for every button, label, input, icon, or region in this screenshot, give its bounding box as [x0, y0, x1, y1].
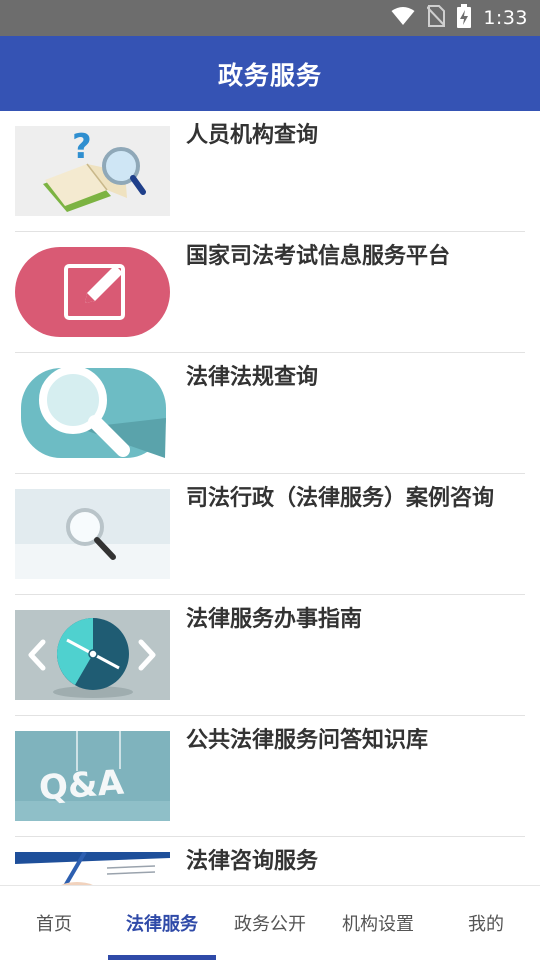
handwriting-thumbnail	[15, 852, 170, 885]
tab-legal-services[interactable]: 法律服务	[108, 886, 216, 960]
tab-label: 首页	[36, 914, 72, 935]
item-title: 司法行政（法律服务）案例咨询	[186, 486, 495, 511]
active-tab-indicator	[108, 955, 216, 960]
book-magnifier-question-thumbnail: ?	[15, 126, 170, 216]
compass-arrows-thumbnail	[15, 610, 170, 700]
item-title: 法律咨询服务	[186, 849, 319, 874]
status-time: 1:33	[483, 7, 528, 29]
svg-text:?: ?	[72, 127, 92, 167]
page-title: 政务服务	[217, 60, 322, 90]
list-item[interactable]: Q&A 公共法律服务问答知识库	[15, 716, 525, 837]
edit-pen-thumbnail	[15, 247, 170, 337]
status-icons: 1:33	[391, 4, 528, 32]
item-title: 法律法规查询	[186, 365, 319, 390]
no-sim-icon	[426, 5, 447, 31]
tab-label: 政务公开	[234, 914, 306, 935]
tab-home[interactable]: 首页	[0, 886, 108, 960]
battery-charging-icon	[457, 4, 472, 32]
small-magnifier-thumbnail	[15, 489, 170, 579]
item-title: 公共法律服务问答知识库	[186, 728, 429, 753]
bottom-tab-bar: 首页 法律服务 政务公开 机构设置 我的	[0, 885, 540, 960]
qa-thumbnail: Q&A	[15, 731, 170, 821]
list-item[interactable]: 法律法规查询	[15, 353, 525, 474]
tab-mine[interactable]: 我的	[432, 886, 540, 960]
app-bar: 政务服务	[0, 36, 540, 111]
list-item[interactable]: ? 人员机构查询	[15, 111, 525, 232]
item-title: 人员机构查询	[186, 123, 319, 148]
magnifier-thumbnail	[15, 368, 170, 458]
item-title: 国家司法考试信息服务平台	[186, 244, 451, 269]
service-list: ? 人员机构查询 国家司法考试信息服务平台 法律法规查询 司法行政（法律服务）案…	[0, 111, 540, 885]
wifi-icon	[391, 6, 415, 30]
status-bar: 1:33	[0, 0, 540, 36]
tab-label: 机构设置	[342, 914, 414, 935]
tab-institution-settings[interactable]: 机构设置	[324, 886, 432, 960]
item-title: 法律服务办事指南	[186, 607, 363, 632]
list-item[interactable]: 国家司法考试信息服务平台	[15, 232, 525, 353]
list-item[interactable]: 司法行政（法律服务）案例咨询	[15, 474, 525, 595]
list-item[interactable]: 法律咨询服务	[15, 837, 525, 885]
tab-government-affairs[interactable]: 政务公开	[216, 886, 324, 960]
list-item[interactable]: 法律服务办事指南	[15, 595, 525, 716]
svg-text:Q&A: Q&A	[38, 763, 126, 809]
tab-label: 法律服务	[126, 914, 198, 935]
tab-label: 我的	[468, 914, 504, 935]
